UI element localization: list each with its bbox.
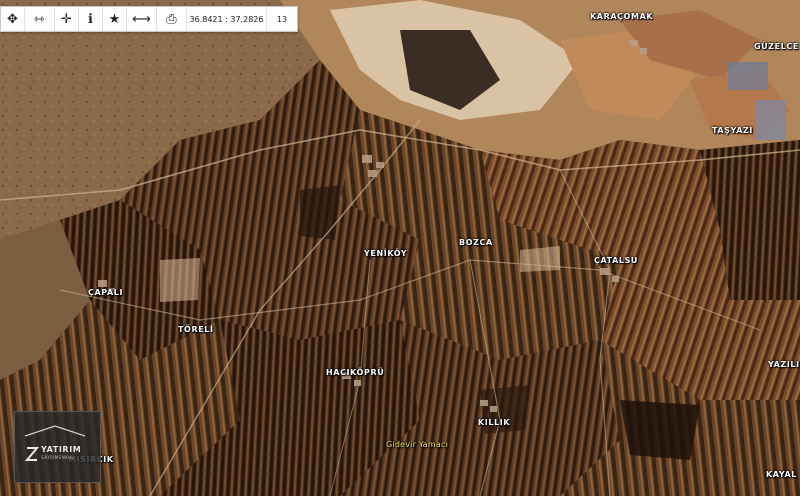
pan-move-icon[interactable]: ✥ bbox=[1, 7, 25, 31]
label-killik: KILLIK bbox=[478, 418, 511, 427]
label-catalsu: ÇATALSU bbox=[594, 256, 639, 265]
brand-logo: YATIRIM GAYRİMENKUL bbox=[14, 411, 101, 483]
label-karacomak: KARAÇOMAK bbox=[590, 12, 654, 21]
print-icon[interactable]: ⎙ bbox=[157, 7, 187, 31]
coordinate-readout: 36.8421 : 37.2826 bbox=[187, 7, 267, 31]
label-tasyazi: TAŞYAZI bbox=[712, 126, 753, 135]
logo-brand-text: YATIRIM bbox=[41, 445, 82, 454]
label-kayal: KAYAL bbox=[766, 470, 797, 479]
favorite-star-icon[interactable]: ★ bbox=[103, 7, 127, 31]
label-hacikopru: HACIKÖPRÜ bbox=[326, 368, 385, 377]
label-yenikoy: YENİKÖY bbox=[364, 249, 408, 258]
label-yazili: YAZILI bbox=[768, 360, 800, 369]
ruler-icon[interactable]: ⟷ bbox=[127, 7, 157, 31]
label-toreli: TÖRELİ bbox=[178, 325, 214, 334]
crosshair-icon[interactable]: ✛ bbox=[55, 7, 79, 31]
info-icon[interactable]: ℹ bbox=[79, 7, 103, 31]
map-toolbar: ✥ ⇿ ✛ ℹ ★ ⟷ ⎙ 36.8421 : 37.2826 13 bbox=[0, 6, 298, 32]
measure-distance-icon[interactable]: ⇿ bbox=[25, 7, 55, 31]
satellite-map[interactable] bbox=[0, 0, 800, 496]
label-guzelce: GÜZELCE bbox=[754, 42, 799, 51]
label-gidevir-yamaci: Gidevir Yamacı bbox=[386, 440, 449, 449]
label-bozca: BOZCA bbox=[459, 238, 493, 247]
zoom-level: 13 bbox=[276, 14, 288, 24]
label-capali: ÇAPALI bbox=[88, 288, 124, 297]
logo-sub-text: GAYRİMENKUL bbox=[41, 455, 74, 460]
